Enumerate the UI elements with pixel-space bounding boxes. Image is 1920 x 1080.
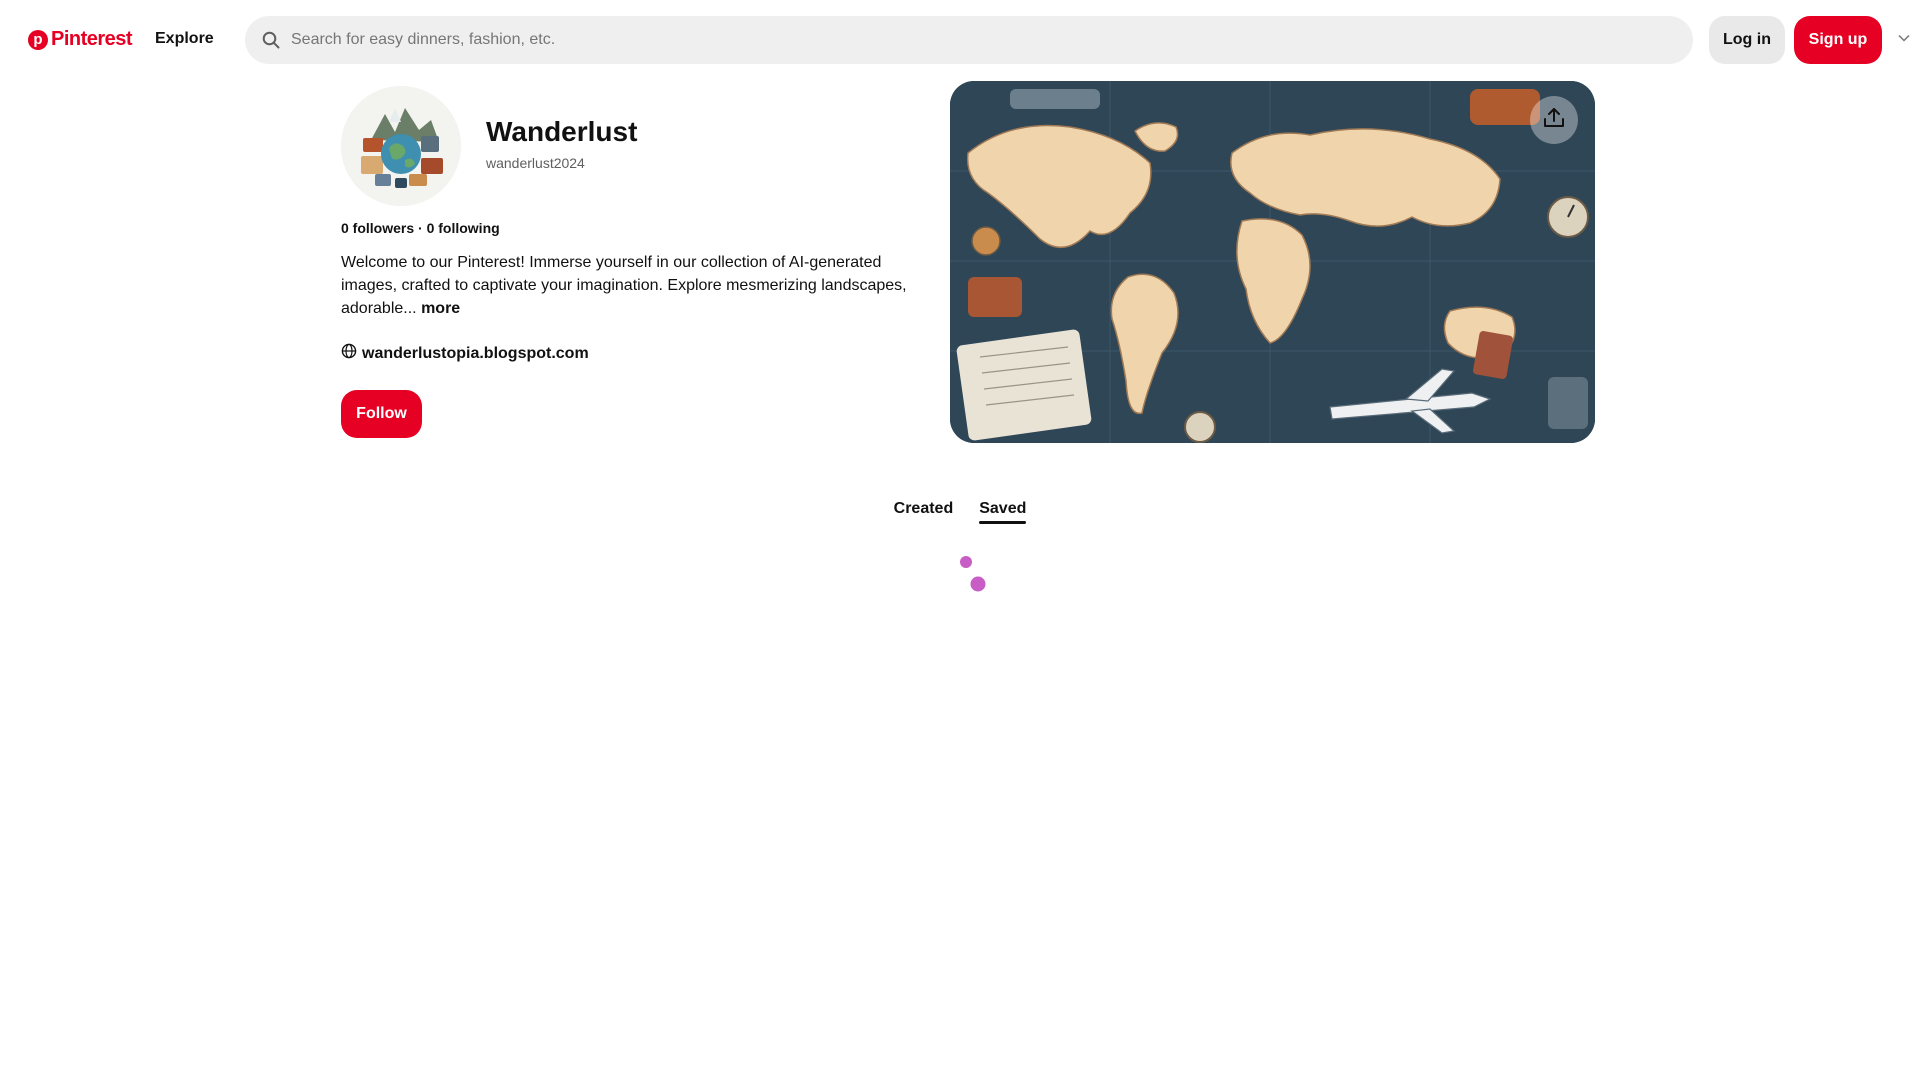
profile-avatar [341, 86, 461, 206]
signup-button[interactable]: Sign up [1794, 16, 1882, 64]
profile-handle: wanderlust2024 [486, 155, 585, 171]
logo-text: Pinterest [51, 28, 133, 50]
search-bar[interactable] [245, 16, 1693, 64]
explore-link[interactable]: Explore [155, 30, 214, 48]
upload-share-icon [1542, 106, 1566, 135]
tab-created[interactable]: Created [894, 500, 954, 524]
profile-bio: Welcome to our Pinterest! Immerse yourse… [341, 251, 921, 320]
search-input[interactable] [289, 30, 1673, 50]
profile-tabs: Created Saved [0, 500, 1920, 524]
globe-icon [341, 343, 357, 364]
share-button[interactable] [1530, 96, 1578, 144]
login-button[interactable]: Log in [1709, 16, 1785, 64]
pinterest-logo[interactable]: p Pinterest [28, 28, 133, 51]
top-nav-bar: p Pinterest Explore Log in Sign up [0, 0, 1920, 80]
cover-image [950, 81, 1595, 443]
website-link[interactable]: wanderlustopia.blogspot.com [341, 343, 589, 364]
bio-more-link[interactable]: more [421, 300, 460, 317]
follower-stats[interactable]: 0 followers · 0 following [341, 220, 500, 236]
follow-button[interactable]: Follow [341, 390, 422, 438]
search-icon [261, 30, 281, 50]
website-text: wanderlustopia.blogspot.com [362, 344, 589, 362]
tab-saved[interactable]: Saved [979, 500, 1027, 524]
chevron-down-icon[interactable] [1896, 30, 1912, 46]
loading-spinner [958, 555, 998, 595]
pinterest-logo-icon: p [28, 29, 48, 50]
profile-name: Wanderlust [486, 116, 638, 147]
